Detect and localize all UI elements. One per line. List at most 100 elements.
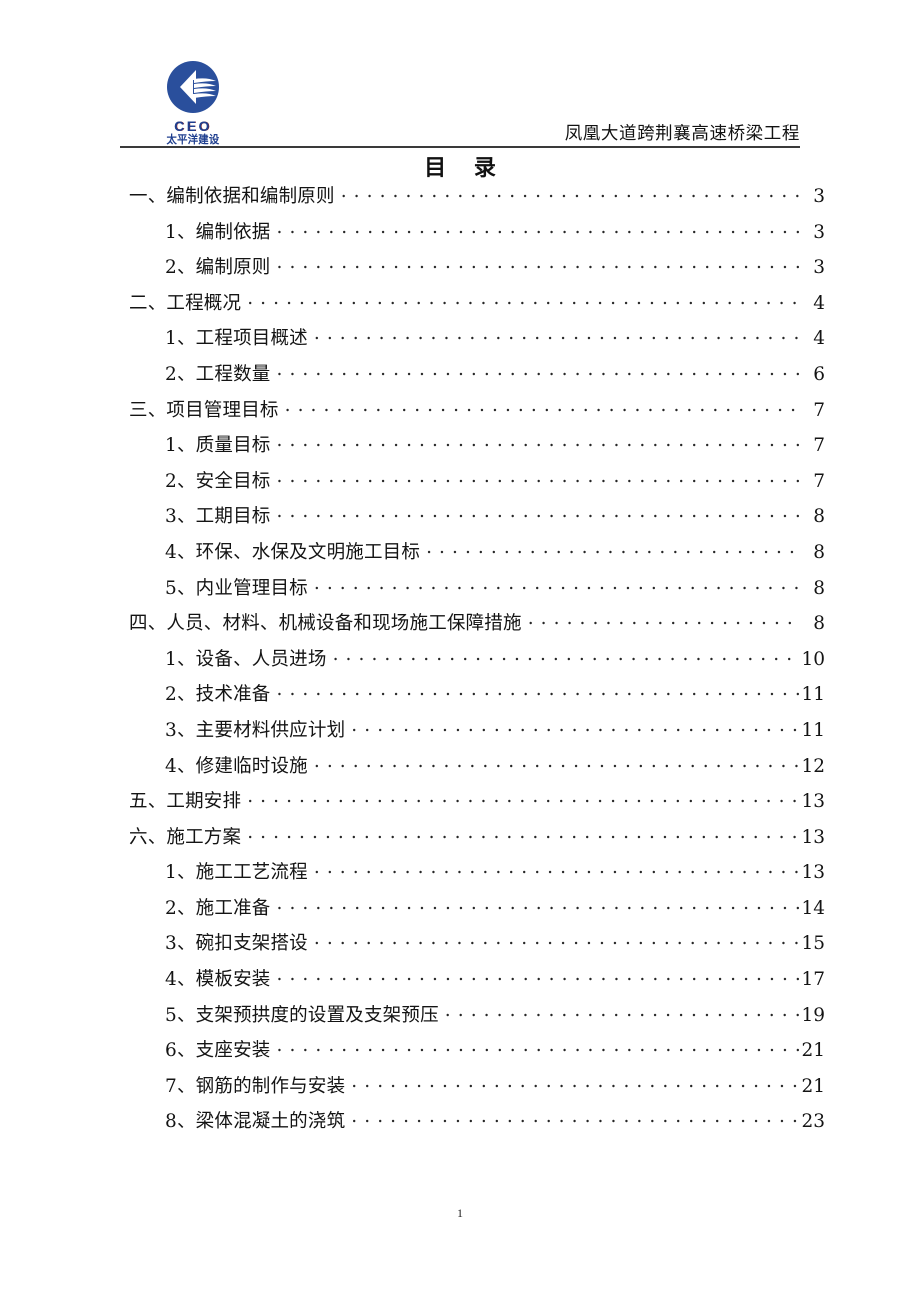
toc-entry-label: 6、支座安装	[165, 1040, 271, 1062]
toc-entry-page-number: 19	[801, 1004, 825, 1026]
toc-dot-leader	[247, 824, 800, 843]
toc-entry-label: 5、内业管理目标	[165, 577, 308, 599]
toc-entry-page-number: 15	[801, 933, 825, 955]
toc-entry-page-number: 21	[801, 1075, 825, 1097]
toc-dot-leader	[314, 931, 800, 950]
toc-entry-page-number: 23	[801, 1111, 825, 1133]
toc-dot-leader	[314, 860, 800, 879]
toc-dot-leader	[314, 326, 800, 345]
toc-entry-page-number: 11	[801, 684, 825, 706]
toc-entry[interactable]: 1、工程项目概述 4	[120, 324, 825, 360]
toc-entry[interactable]: 2、技术准备 11	[120, 680, 825, 716]
toc-dot-leader	[276, 682, 800, 701]
toc-entry-label: 4、修建临时设施	[165, 755, 308, 777]
header-divider	[120, 146, 800, 148]
toc-entry-page-number: 3	[813, 221, 825, 243]
toc-dot-leader	[276, 361, 800, 380]
toc-entry-label: 2、施工准备	[165, 897, 271, 919]
toc-entry-label: 2、安全目标	[165, 470, 271, 492]
toc-entry-page-number: 8	[813, 577, 825, 599]
toc-dot-leader	[445, 1002, 800, 1021]
toc-entry-label: 四、人员、材料、机械设备和现场施工保障措施	[129, 613, 522, 635]
toc-dot-leader	[314, 753, 800, 772]
toc-entry[interactable]: 1、设备、人员进场 10	[120, 645, 825, 681]
toc-entry-label: 1、质量目标	[165, 435, 271, 457]
toc-dot-leader	[351, 1109, 800, 1128]
toc-dot-leader	[276, 433, 800, 452]
toc-entry[interactable]: 2、工程数量 6	[120, 360, 825, 396]
toc-heading: 目 录	[424, 155, 506, 181]
toc-dot-leader	[314, 575, 800, 594]
toc-dot-leader	[276, 895, 800, 914]
document-page: CEO 太平洋建设 凤凰大道跨荆襄高速桥梁工程 目 录 一、编制依据和编制原则 3…	[0, 0, 920, 1302]
toc-entry-page-number: 3	[813, 257, 825, 279]
company-logo: CEO 太平洋建设	[147, 60, 239, 148]
toc-dot-leader	[276, 1038, 800, 1057]
toc-entry[interactable]: 3、主要材料供应计划 11	[120, 716, 825, 752]
toc-dot-leader	[247, 789, 800, 808]
toc-entry-page-number: 21	[801, 1040, 825, 1062]
pacific-construction-logo-icon	[167, 61, 219, 113]
toc-entry-label: 1、施工工艺流程	[165, 862, 308, 884]
toc-entry-page-number: 8	[813, 506, 825, 528]
toc-dot-leader	[528, 611, 800, 630]
toc-entry-label: 1、设备、人员进场	[165, 648, 327, 670]
toc-entry-label: 3、碗扣支架搭设	[165, 933, 308, 955]
toc-entry[interactable]: 2、施工准备 14	[120, 894, 825, 930]
toc-entry-label: 1、编制依据	[165, 221, 271, 243]
toc-dot-leader	[247, 290, 800, 309]
toc-entry-label: 六、施工方案	[129, 826, 242, 848]
toc-entry-page-number: 14	[801, 897, 825, 919]
toc-entry-label: 2、编制原则	[165, 257, 271, 279]
toc-entry[interactable]: 3、碗扣支架搭设 15	[120, 929, 825, 965]
toc-entry-page-number: 13	[801, 826, 825, 848]
logo-brand-latin: CEO	[174, 118, 212, 134]
toc-entry[interactable]: 7、钢筋的制作与安装 21	[120, 1072, 825, 1108]
toc-entry[interactable]: 1、编制依据 3	[120, 218, 825, 254]
toc-entry-page-number: 7	[813, 470, 825, 492]
toc-dot-leader	[333, 646, 800, 665]
toc-entry[interactable]: 三、项目管理目标 7	[120, 396, 825, 432]
page-header: CEO 太平洋建设 凤凰大道跨荆襄高速桥梁工程	[120, 60, 800, 150]
toc-entry-page-number: 13	[801, 791, 825, 813]
toc-entry[interactable]: 5、支架预拱度的设置及支架预压 19	[120, 1001, 825, 1037]
toc-entry-label: 二、工程概况	[129, 292, 242, 314]
toc-dot-leader	[276, 219, 800, 238]
toc-entry-label: 7、钢筋的制作与安装	[165, 1075, 346, 1097]
toc-entry[interactable]: 五、工期安排 13	[120, 787, 825, 823]
toc-entry-page-number: 6	[813, 363, 825, 385]
toc-entry-page-number: 8	[813, 541, 825, 563]
toc-entry[interactable]: 6、支座安装 21	[120, 1036, 825, 1072]
toc-entry-label: 3、主要材料供应计划	[165, 719, 346, 741]
toc-entry-page-number: 17	[801, 969, 825, 991]
toc-entry[interactable]: 3、工期目标 8	[120, 502, 825, 538]
toc-entry-page-number: 12	[801, 755, 825, 777]
toc-entry-page-number: 11	[801, 719, 825, 741]
toc-entry-label: 4、环保、水保及文明施工目标	[165, 541, 421, 563]
toc-dot-leader	[351, 1073, 800, 1092]
toc-entry-label: 3、工期目标	[165, 506, 271, 528]
toc-entry[interactable]: 二、工程概况 4	[120, 289, 825, 325]
toc-entry[interactable]: 1、施工工艺流程 13	[120, 858, 825, 894]
toc-entry-label: 2、技术准备	[165, 684, 271, 706]
toc-entry[interactable]: 2、编制原则 3	[120, 253, 825, 289]
toc-entry-page-number: 4	[813, 292, 825, 314]
toc-entry-label: 一、编制依据和编制原则	[129, 186, 335, 207]
toc-dot-leader	[426, 539, 800, 558]
toc-entry[interactable]: 六、施工方案 13	[120, 823, 825, 859]
toc-entry[interactable]: 4、环保、水保及文明施工目标 8	[120, 538, 825, 574]
toc-entry[interactable]: 2、安全目标 7	[120, 467, 825, 503]
toc-entry[interactable]: 4、修建临时设施 12	[120, 752, 825, 788]
toc-dot-leader	[351, 717, 800, 736]
toc-entry[interactable]: 5、内业管理目标 8	[120, 574, 825, 610]
toc-entry[interactable]: 四、人员、材料、机械设备和现场施工保障措施 8	[120, 609, 825, 645]
toc-entry[interactable]: 4、模板安装 17	[120, 965, 825, 1001]
toc-entry[interactable]: 8、梁体混凝土的浇筑 23	[120, 1107, 825, 1143]
toc-entry[interactable]: 一、编制依据和编制原则 3	[120, 182, 825, 218]
toc-entry[interactable]: 1、质量目标 7	[120, 431, 825, 467]
toc-entry-label: 2、工程数量	[165, 363, 271, 385]
document-title: 凤凰大道跨荆襄高速桥梁工程	[564, 124, 800, 144]
toc-entry-page-number: 13	[801, 862, 825, 884]
toc-dot-leader	[276, 967, 800, 986]
toc-dot-leader	[276, 504, 800, 523]
